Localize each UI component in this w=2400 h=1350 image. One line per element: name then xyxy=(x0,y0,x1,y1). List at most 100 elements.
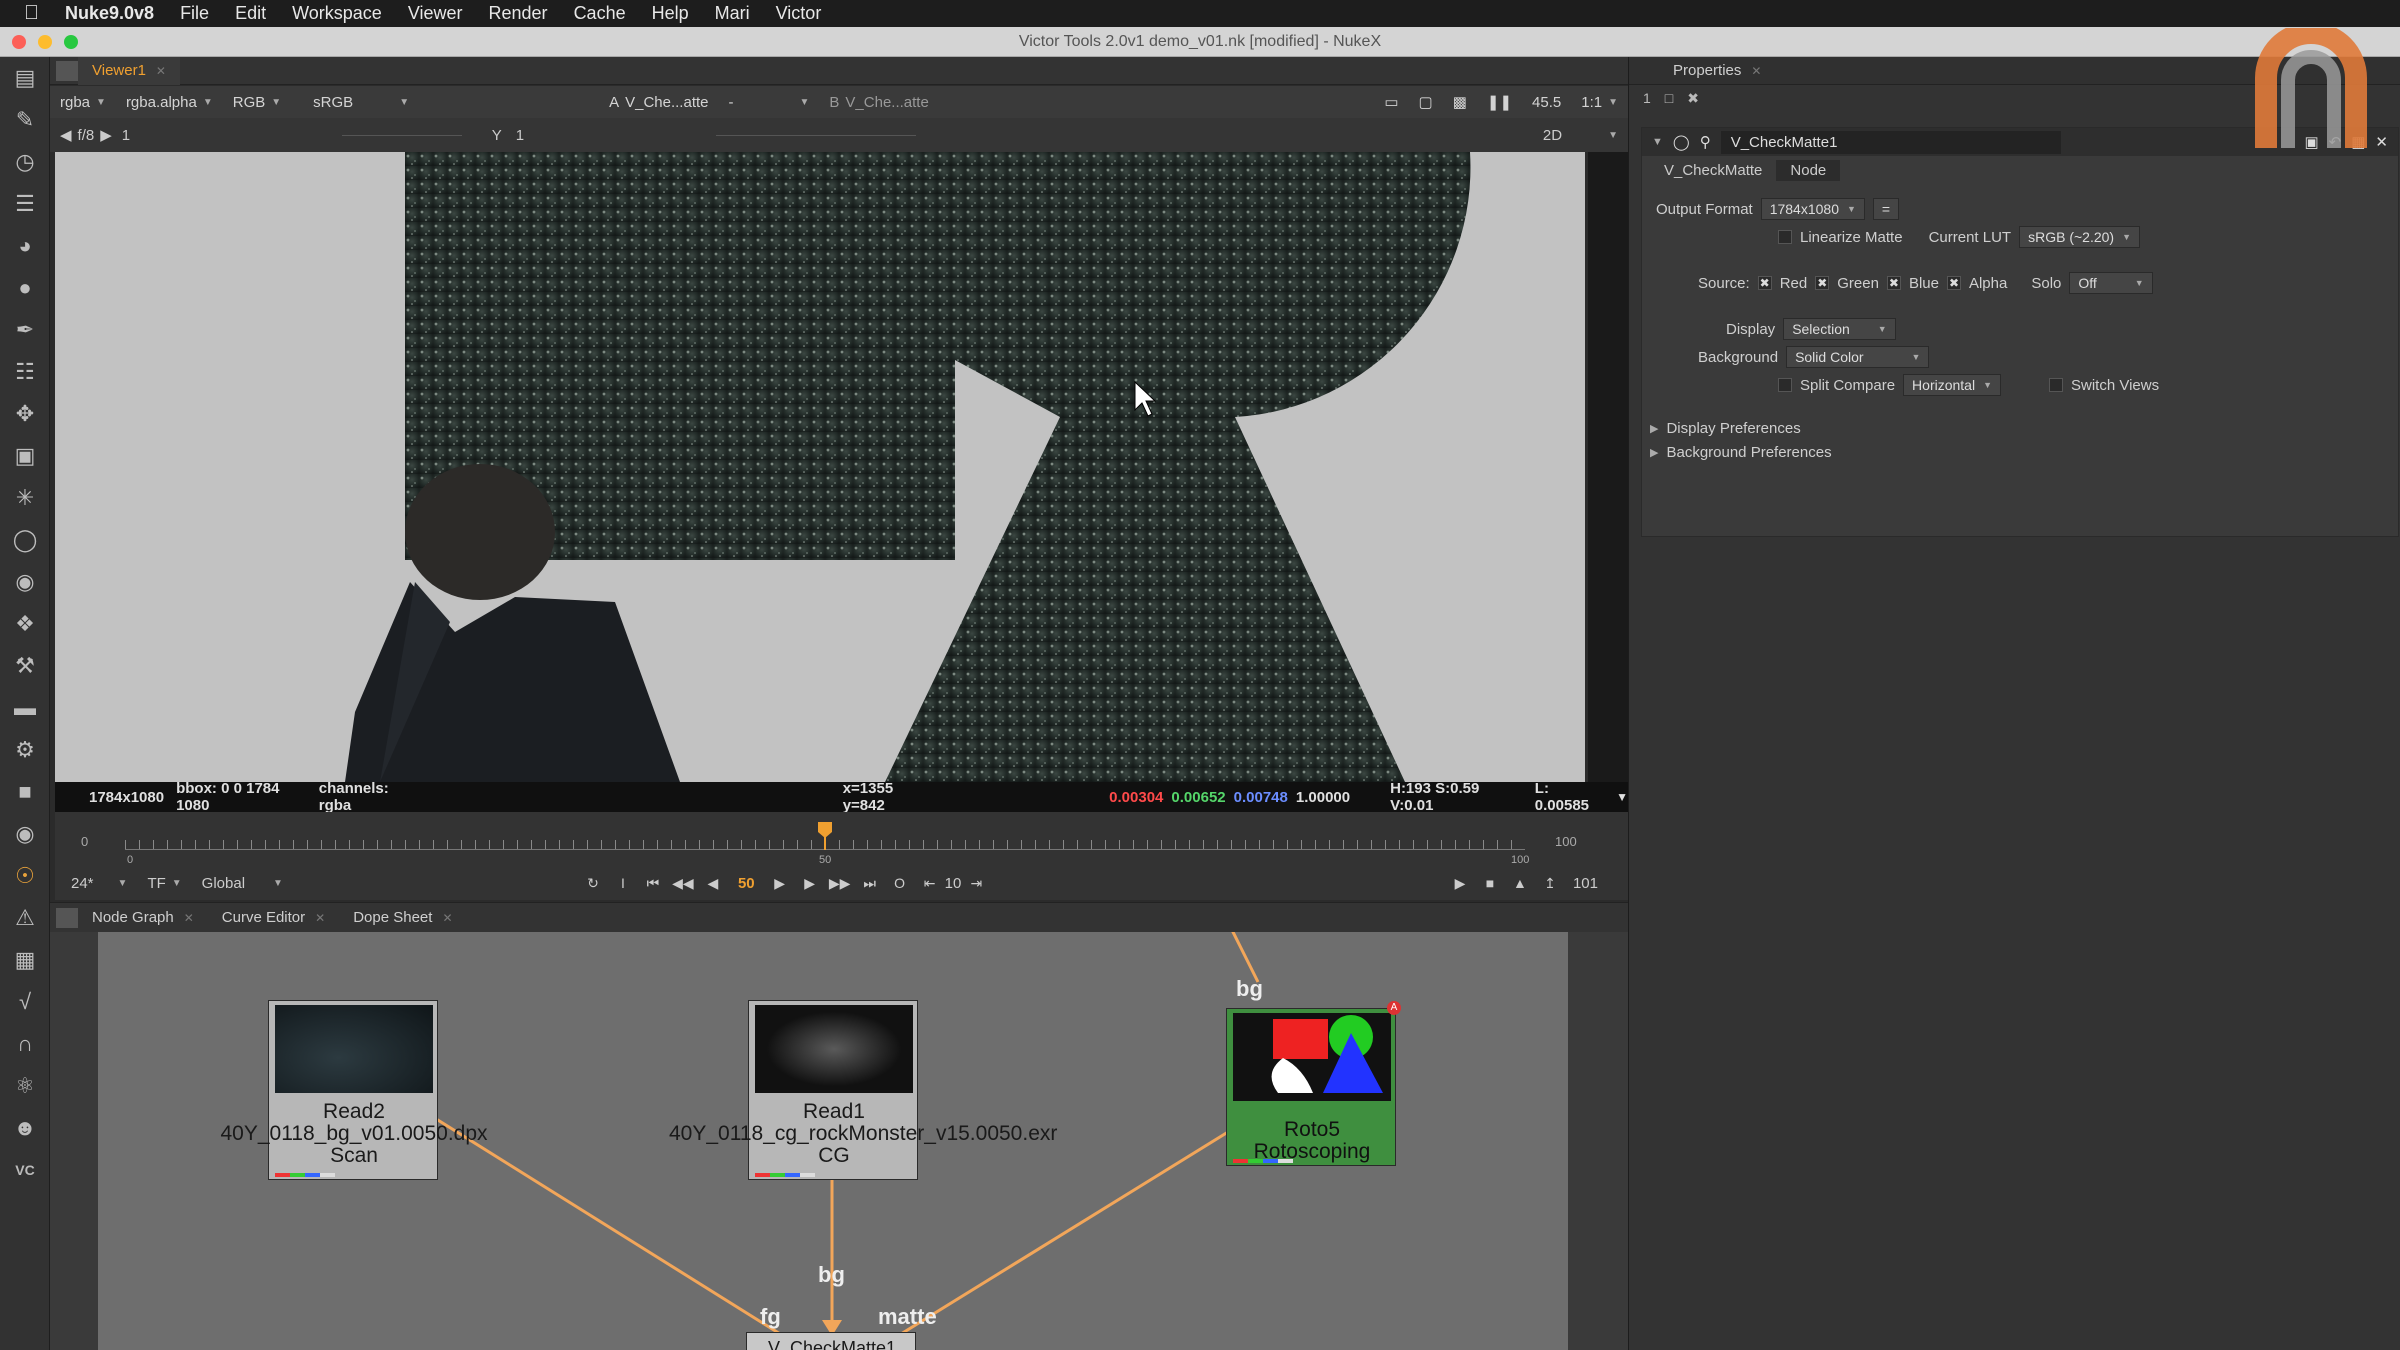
prev-frame-icon[interactable]: ◀ xyxy=(698,871,728,895)
gain-field[interactable]: 1 xyxy=(122,127,342,144)
close-icon[interactable]: ✕ xyxy=(315,904,325,932)
source-alpha-checkbox[interactable]: ✖ xyxy=(1946,276,1961,290)
grid-tool-icon[interactable]: ▦ xyxy=(0,939,50,981)
menu-viewer[interactable]: Viewer xyxy=(408,3,463,24)
close-icon[interactable]: ✕ xyxy=(156,57,166,85)
tab-dope-sheet[interactable]: Dope Sheet ✕ xyxy=(339,904,466,932)
info-menu-icon[interactable]: ▼ xyxy=(1616,790,1628,804)
menu-workspace[interactable]: Workspace xyxy=(292,3,382,24)
pane-menu-icon[interactable] xyxy=(56,60,78,81)
last-frame-icon[interactable]: ⏭ xyxy=(855,871,885,895)
3d-tool-icon[interactable]: ▣ xyxy=(0,435,50,477)
display-dropdown[interactable]: Selection ▼ xyxy=(1783,318,1896,340)
current-lut-dropdown[interactable]: sRGB (~2.20) ▼ xyxy=(2019,226,2140,248)
gamma-slider[interactable] xyxy=(715,134,916,136)
warning-tool-icon[interactable]: ⚠ xyxy=(0,897,50,939)
time-tool-icon[interactable]: ◷ xyxy=(0,141,50,183)
lock-icon[interactable]: ▲ xyxy=(1505,871,1535,895)
toolsets-tool-icon[interactable]: ⚒ xyxy=(0,645,50,687)
curve-tool-icon[interactable]: √ xyxy=(0,981,50,1023)
menu-render[interactable]: Render xyxy=(489,3,548,24)
close-icon[interactable]: ✕ xyxy=(442,904,452,932)
proxy-value[interactable]: 45.5 xyxy=(1522,90,1571,114)
ocula-tool-icon[interactable]: ◉ xyxy=(0,813,50,855)
node-graph-canvas[interactable]: Read2 40Y_0118_bg_v01.0050.dpx Scan Read… xyxy=(98,932,1568,1350)
next-frame-icon[interactable]: ▶ xyxy=(795,871,825,895)
node-v-checkmatte1[interactable]: V_CheckMatte1 xyxy=(746,1332,916,1350)
victor-tool-icon[interactable]: VC xyxy=(0,1149,50,1191)
channels-dropdown[interactable]: rgba ▼ xyxy=(50,90,116,114)
tab-node-graph[interactable]: Node Graph ✕ xyxy=(78,904,208,932)
gamma-field[interactable]: 1 xyxy=(516,127,716,144)
pane-menu-icon[interactable] xyxy=(56,907,78,928)
roi-icon[interactable]: ▭ xyxy=(1374,90,1408,114)
background-dropdown[interactable]: Solid Color ▼ xyxy=(1786,346,1930,368)
increment-field[interactable]: 10 xyxy=(945,875,962,892)
metadata-tool-icon[interactable]: ❖ xyxy=(0,603,50,645)
view-mode-dropdown[interactable]: 2D ▼ xyxy=(1533,123,1628,147)
record-icon[interactable]: ■ xyxy=(1475,871,1505,895)
menu-help[interactable]: Help xyxy=(652,3,689,24)
app-menu[interactable]: Nuke9.0v8 xyxy=(65,3,154,24)
prev-keyframe-icon[interactable]: ◀◀ xyxy=(668,871,698,895)
particles-tool-icon[interactable]: ✳ xyxy=(0,477,50,519)
switch-views-checkbox[interactable] xyxy=(2049,378,2063,392)
source-red-checkbox[interactable]: ✖ xyxy=(1757,276,1772,290)
views-tool-icon[interactable]: ◉ xyxy=(0,561,50,603)
plugin-tool-icon[interactable]: ■ xyxy=(0,771,50,813)
in-point-icon[interactable]: I xyxy=(608,871,638,895)
play-icon[interactable]: ▶ xyxy=(765,871,795,895)
format-edit-button[interactable]: = xyxy=(1872,198,1900,220)
tf-dropdown[interactable]: TF ▼ xyxy=(137,871,191,895)
input-b-dropdown[interactable]: B V_Che...atte xyxy=(819,90,938,114)
menu-victor[interactable]: Victor xyxy=(776,3,822,24)
tab-node[interactable]: Node xyxy=(1776,159,1841,181)
other-tool-icon[interactable]: ▬ xyxy=(0,687,50,729)
timeline[interactable]: 0 0 50 100 100 xyxy=(55,812,1628,874)
close-icon[interactable]: ✕ xyxy=(1751,57,1761,85)
filter-tool-icon[interactable]: ● xyxy=(0,267,50,309)
lut-dropdown[interactable]: sRGB ▼ xyxy=(303,90,419,114)
source-blue-checkbox[interactable]: ✖ xyxy=(1886,276,1901,290)
pin-icon[interactable]: ⚲ xyxy=(1700,133,1711,151)
playhead-icon[interactable] xyxy=(818,822,832,850)
next-keyframe-icon[interactable]: ▶▶ xyxy=(825,871,855,895)
atom-tool-icon[interactable]: ⚛ xyxy=(0,1065,50,1107)
merge-tool-icon[interactable]: ☷ xyxy=(0,351,50,393)
close-panel-icon[interactable]: ✕ xyxy=(2375,133,2388,151)
close-icon[interactable]: ✕ xyxy=(184,904,194,932)
input-a-dropdown[interactable]: A V_Che...atte xyxy=(599,90,718,114)
zoom-dropdown[interactable]: 1:1 ▼ xyxy=(1571,90,1628,114)
keyer-tool-icon[interactable]: ✒ xyxy=(0,309,50,351)
range-dropdown[interactable]: Global ▼ xyxy=(192,871,293,895)
viewer-canvas[interactable] xyxy=(55,152,1585,782)
overlay-icon[interactable]: ▢ xyxy=(1409,90,1443,114)
face-tool-icon[interactable]: ☻ xyxy=(0,1107,50,1149)
fstop-control[interactable]: ◀ f/8 ▶ xyxy=(50,123,122,147)
linearize-checkbox[interactable] xyxy=(1778,230,1792,244)
split-compare-dropdown[interactable]: Horizontal ▼ xyxy=(1903,374,2001,396)
channel-tool-icon[interactable]: ☰ xyxy=(0,183,50,225)
menu-mari[interactable]: Mari xyxy=(715,3,750,24)
tab-viewer1[interactable]: Viewer1 ✕ xyxy=(78,56,180,85)
help-icon[interactable]: ◯ xyxy=(1673,133,1690,151)
alpha-dropdown[interactable]: rgba.alpha ▼ xyxy=(116,90,223,114)
node-read1[interactable]: Read1 40Y_0118_cg_rockMonster_v15.0050.e… xyxy=(669,1000,1057,1180)
menu-file[interactable]: File xyxy=(180,3,209,24)
loop-icon[interactable]: ↻ xyxy=(578,871,608,895)
wipe-op-dropdown[interactable]: - ▼ xyxy=(719,90,820,114)
node-roto5[interactable]: Roto5 Rotoscoping A xyxy=(1226,1001,1401,1166)
tab-v-checkmatte[interactable]: V_CheckMatte xyxy=(1650,160,1776,181)
gain-slider[interactable] xyxy=(341,134,462,136)
output-format-dropdown[interactable]: 1784x1080 ▼ xyxy=(1760,198,1865,220)
tab-curve-editor[interactable]: Curve Editor ✕ xyxy=(208,904,339,932)
split-compare-checkbox[interactable] xyxy=(1778,378,1792,392)
fps-dropdown[interactable]: 24* ▼ xyxy=(61,871,137,895)
mari-tool-icon[interactable]: ∩ xyxy=(0,1023,50,1065)
display-prefs-section[interactable]: ▶ Display Preferences xyxy=(1650,420,1801,437)
lock-icon[interactable]: □ xyxy=(1665,90,1673,106)
color-tool-icon[interactable]: ◕ xyxy=(0,225,50,267)
export-icon[interactable]: ↥ xyxy=(1535,871,1565,895)
last-frame-field[interactable]: 101 xyxy=(1573,875,1598,892)
step-forward-icon[interactable]: ⇥ xyxy=(961,871,991,895)
